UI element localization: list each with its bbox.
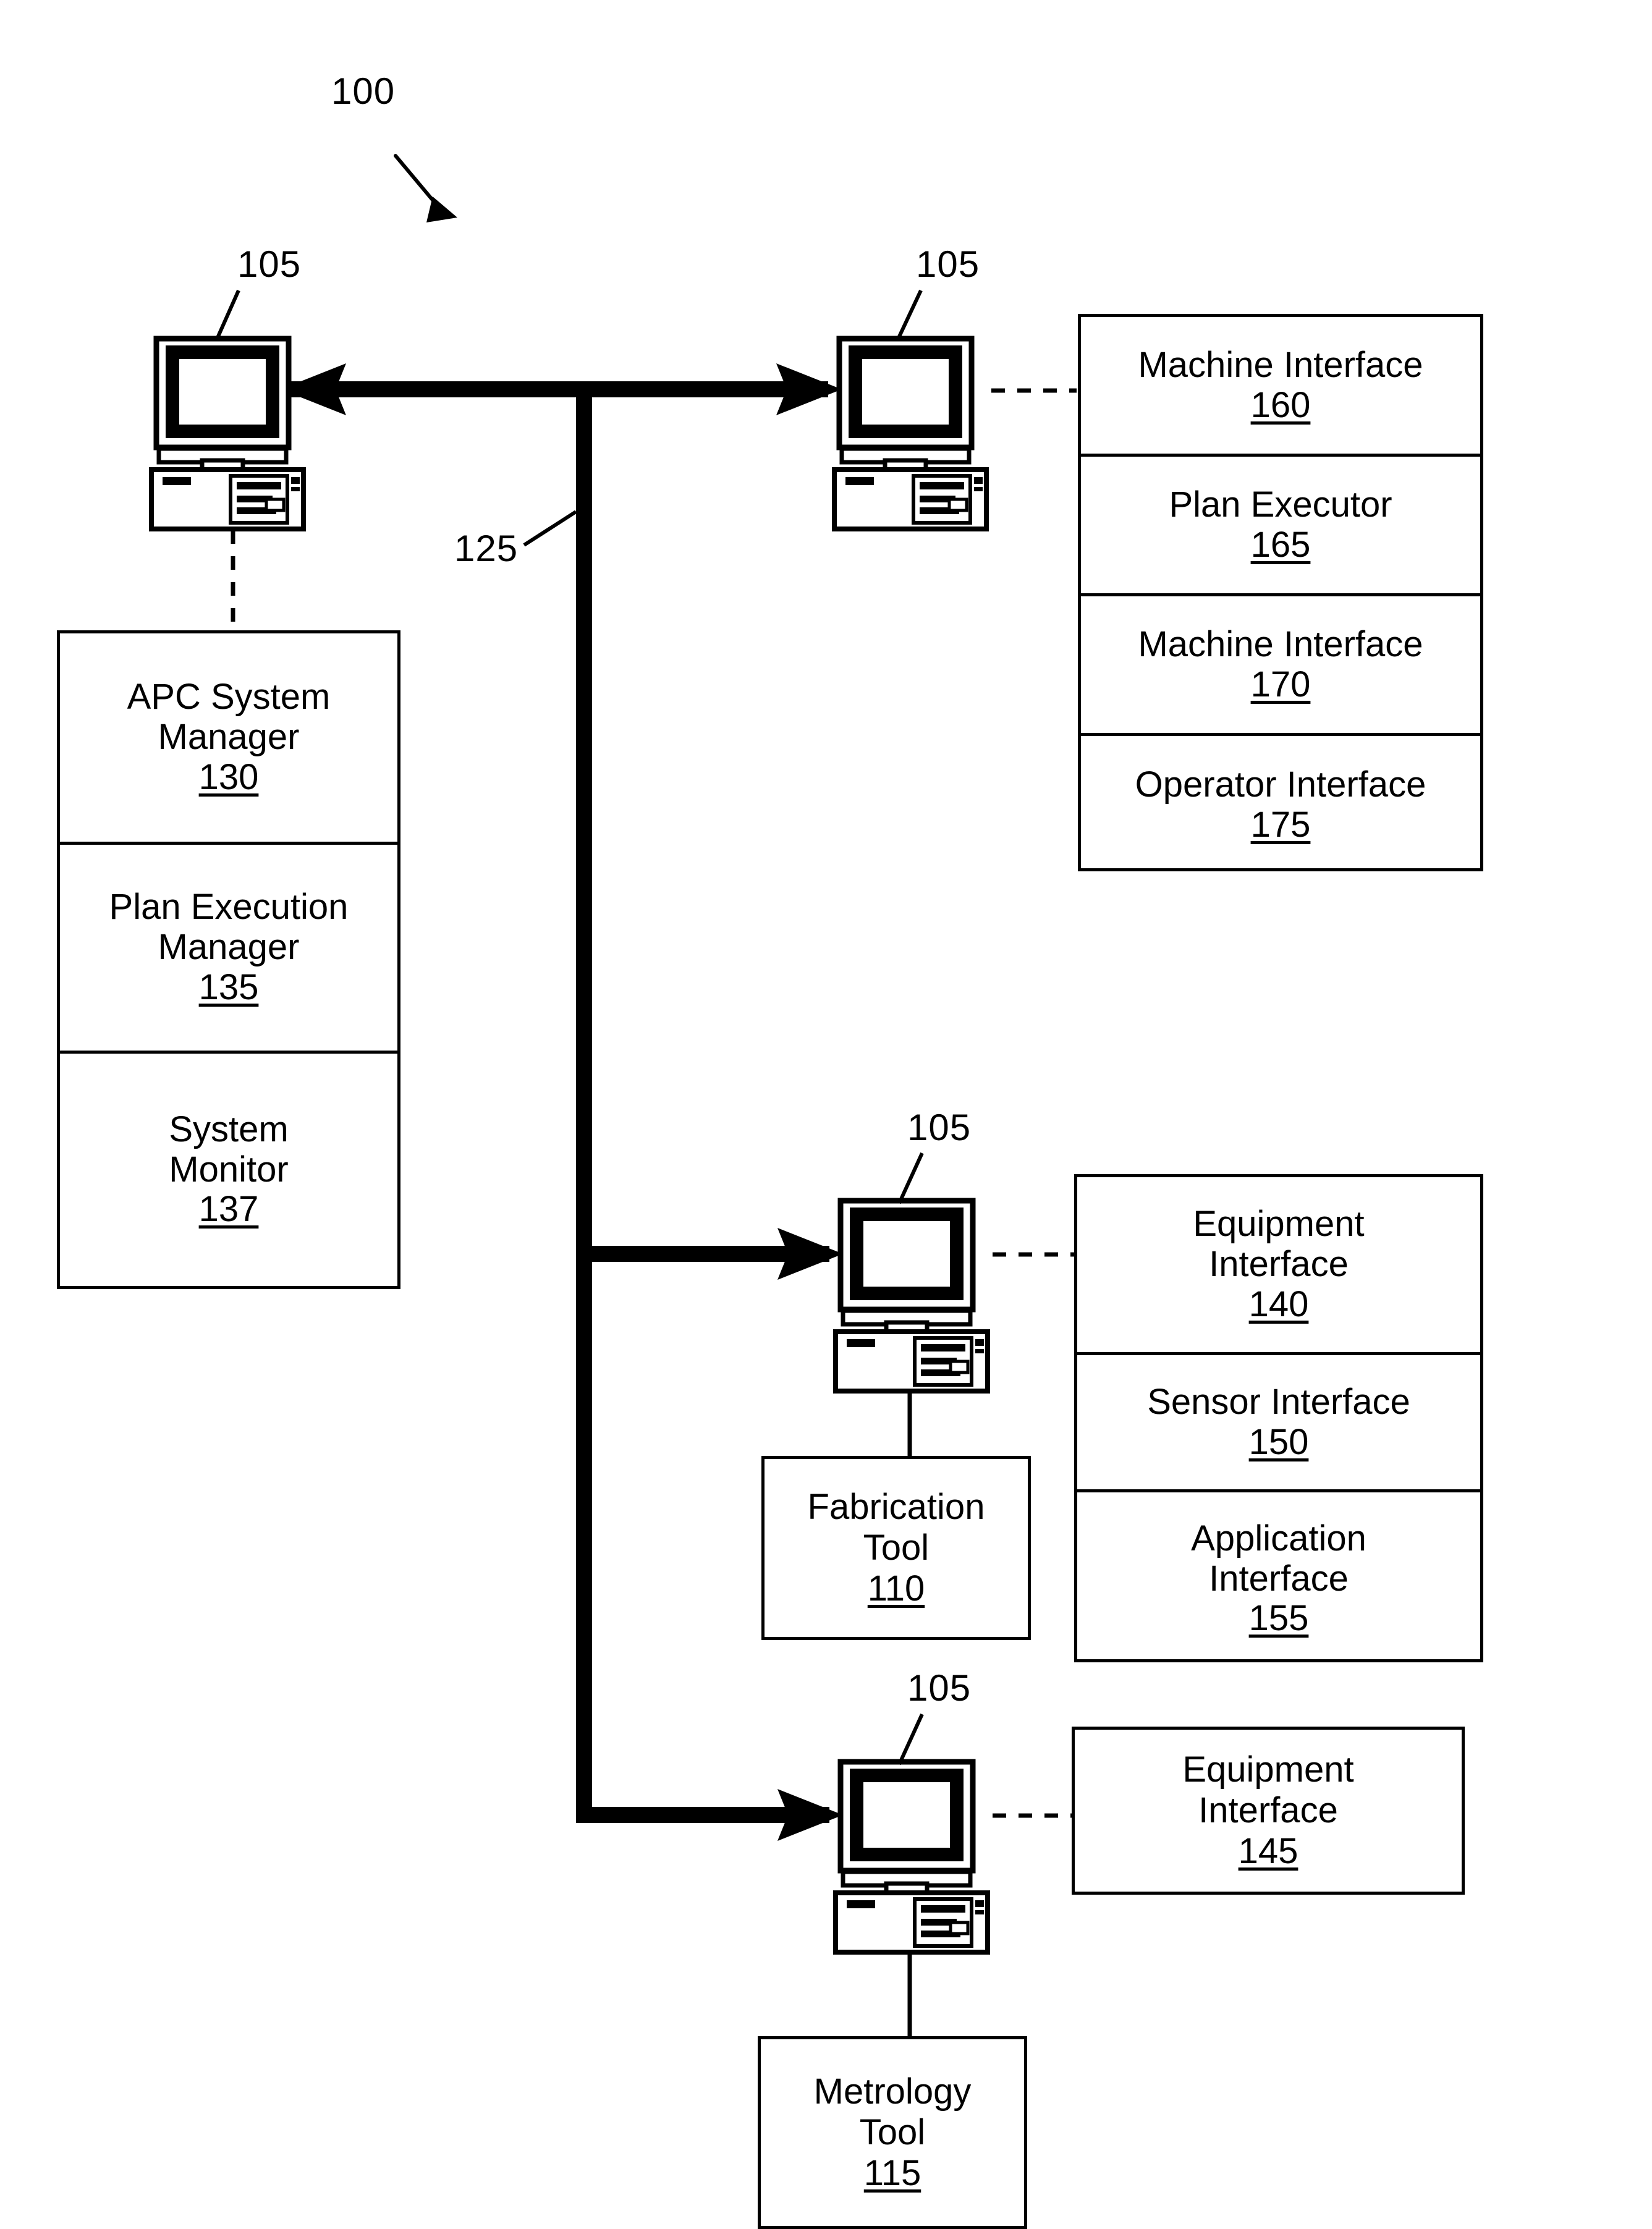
equipment-cell-155-title: Application Interface [1191, 1518, 1366, 1599]
equipment-145-title: Equipment Interface [1182, 1749, 1354, 1830]
equipment-cell-150-ref: 150 [1248, 1421, 1309, 1462]
apc-cell-130[interactable]: APC System Manager 130 [60, 633, 397, 845]
machine-cell-165-ref: 165 [1250, 524, 1311, 565]
figure-sheet: 100 105 105 105 105 125 APC System Manag… [0, 0, 1652, 2229]
computer-105-apc[interactable] [151, 339, 303, 529]
computer-105-machine[interactable] [834, 339, 986, 529]
machine-cell-160[interactable]: Machine Interface 160 [1081, 317, 1480, 457]
equipment-cell-140[interactable]: Equipment Interface 140 [1077, 1177, 1480, 1355]
machine-cell-170-title: Machine Interface [1138, 624, 1423, 664]
metrology-tool-title: Metrology Tool [813, 2071, 972, 2152]
equipment-cell-155-ref: 155 [1248, 1598, 1309, 1639]
apc-cell-137[interactable]: System Monitor 137 [60, 1054, 397, 1286]
leader-line-105-machine [896, 289, 923, 342]
computer-105-fabrication[interactable] [836, 1201, 988, 1391]
metrology-tool-ref: 115 [863, 2153, 921, 2194]
apc-cell-137-title: System Monitor [169, 1109, 289, 1190]
equipment-145-ref: 145 [1238, 1831, 1298, 1872]
equipment-cell-150-title: Sensor Interface [1147, 1381, 1410, 1422]
machine-cell-175-ref: 175 [1250, 805, 1311, 845]
metrology-tool-box[interactable]: Metrology Tool 115 [758, 2036, 1027, 2229]
machine-interface-stack: Machine Interface 160 Plan Executor 165 … [1078, 314, 1483, 871]
equipment-interface-stack: Equipment Interface 140 Sensor Interface… [1074, 1174, 1483, 1662]
leader-line-105-fabrication [897, 1152, 924, 1204]
machine-cell-175[interactable]: Operator Interface 175 [1081, 736, 1480, 874]
machine-cell-170[interactable]: Machine Interface 170 [1081, 596, 1480, 736]
equipment-cell-140-ref: 140 [1248, 1284, 1309, 1324]
machine-cell-175-title: Operator Interface [1135, 764, 1426, 805]
leader-line-105-apc [214, 289, 240, 342]
computer-105-metrology[interactable] [836, 1762, 988, 1952]
leader-line-105-metrology [897, 1713, 924, 1766]
fabrication-tool-title: Fabrication Tool [807, 1486, 985, 1568]
system-leader-arrow [394, 154, 457, 222]
fabrication-tool-box[interactable]: Fabrication Tool 110 [761, 1456, 1031, 1640]
machine-cell-165[interactable]: Plan Executor 165 [1081, 457, 1480, 596]
ref-label-105-fabrication: 105 [907, 1107, 972, 1148]
apc-cell-135-ref: 135 [198, 966, 259, 1007]
machine-cell-160-title: Machine Interface [1138, 344, 1423, 385]
apc-cell-137-ref: 137 [198, 1189, 259, 1230]
equipment-cell-140-title: Equipment Interface [1193, 1204, 1365, 1285]
leader-line-bus-125 [523, 510, 577, 547]
fabrication-tool-ref: 110 [867, 1568, 925, 1609]
apc-cell-135[interactable]: Plan Execution Manager 135 [60, 845, 397, 1054]
equipment-cell-155[interactable]: Application Interface 155 [1077, 1492, 1480, 1665]
apc-system-stack: APC System Manager 130 Plan Execution Ma… [57, 630, 400, 1289]
apc-cell-135-title: Plan Execution Manager [109, 887, 349, 968]
ref-label-105-apc: 105 [237, 243, 302, 285]
ref-label-125-bus: 125 [454, 528, 519, 569]
ref-label-100: 100 [331, 70, 396, 112]
machine-cell-165-title: Plan Executor [1169, 484, 1392, 525]
ref-label-105-machine: 105 [916, 243, 980, 285]
apc-cell-130-ref: 130 [198, 756, 259, 797]
equipment-cell-150[interactable]: Sensor Interface 150 [1077, 1355, 1480, 1492]
equipment-interface-145-box[interactable]: Equipment Interface 145 [1072, 1727, 1465, 1895]
ref-label-105-metrology: 105 [907, 1667, 972, 1709]
machine-cell-160-ref: 160 [1250, 384, 1311, 425]
machine-cell-170-ref: 170 [1250, 664, 1311, 704]
apc-cell-130-title: APC System Manager [127, 677, 331, 758]
